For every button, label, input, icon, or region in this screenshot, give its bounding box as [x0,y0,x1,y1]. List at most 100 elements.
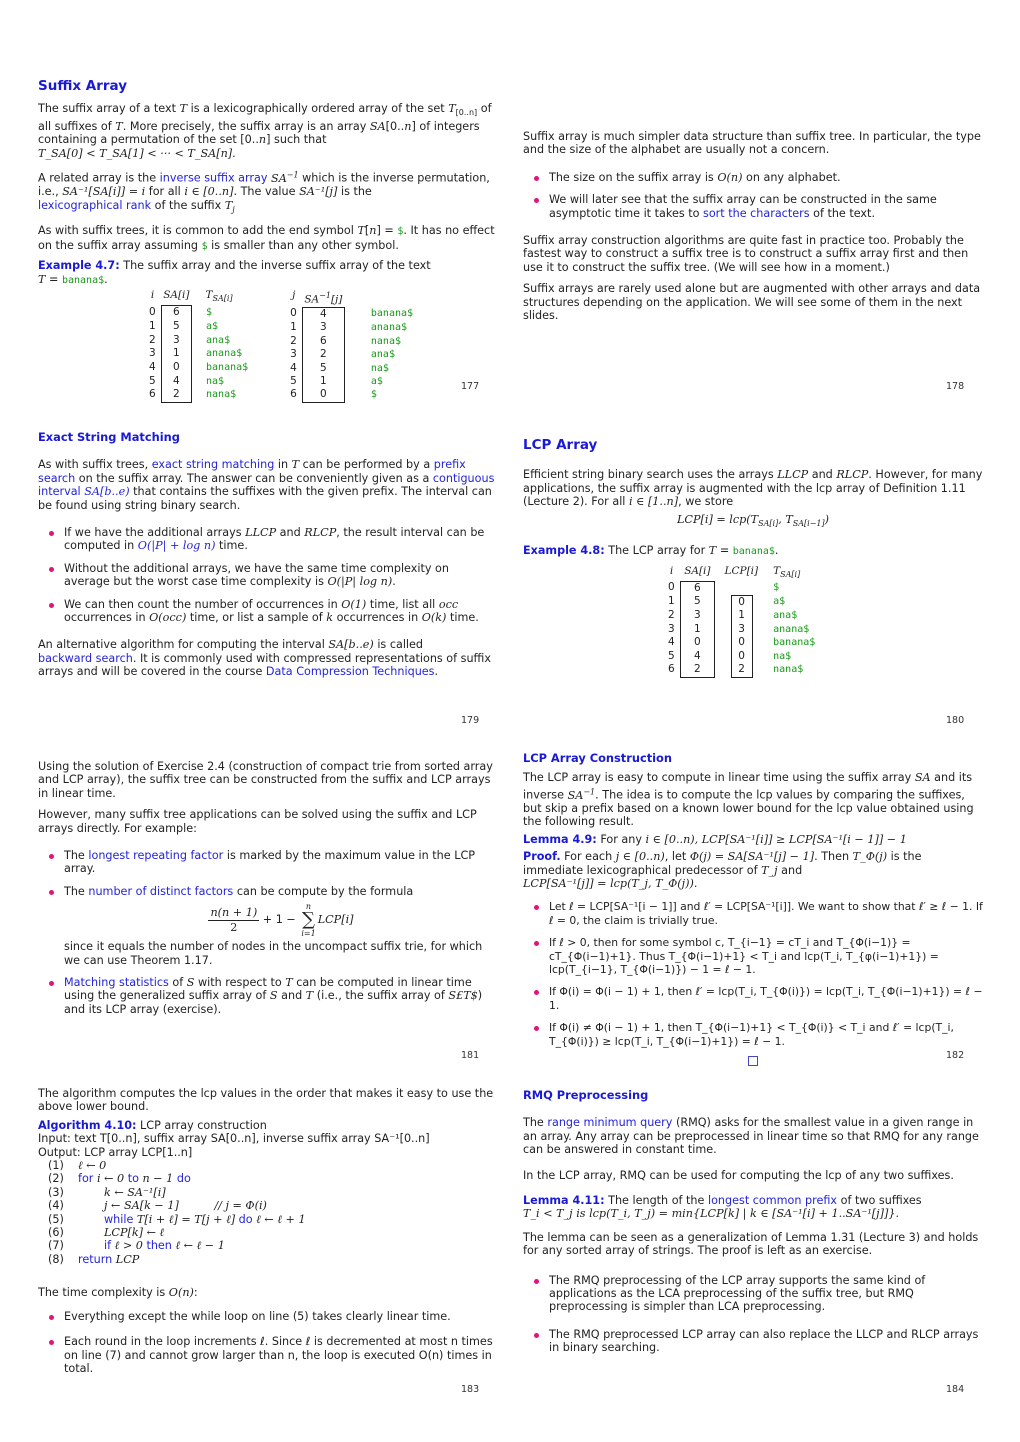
table-row: 1 3 anana$ [285,321,424,335]
sa-cell: 3 [160,333,193,348]
slide-title: RMQ Preprocessing [523,1088,649,1102]
list-item: The size on the suffix array is O(n) on … [534,171,983,184]
list-item: Without the additional arrays, we have t… [49,562,498,589]
line-number: (7) [48,1239,64,1253]
sa-cell: 1 [160,347,193,361]
suffix-cell: anana$ [773,623,810,635]
page-number: 182 [946,1050,965,1061]
index-cell: 4 [149,360,156,373]
link-sort-the-characters[interactable]: sort the characters [703,207,810,220]
link-lexicographical-rank[interactable]: lexicographical rank [38,199,151,212]
suffix-cell: na$ [773,650,792,662]
suffix-cell: na$ [206,375,225,387]
index-cell: 0 [149,305,156,318]
lcp-cell: 2 [730,663,753,678]
keyword: while [104,1212,134,1226]
link-range-minimum-query[interactable]: range minimum query [547,1116,672,1129]
lemma-4-9: Lemma 4.9: For any i ∈ [0..n), LCP[SA⁻¹[… [523,832,907,846]
link-backward-search[interactable]: backward search [38,652,133,665]
suffix-cell: banana$ [370,308,414,320]
lcp-cell: 1 [730,609,753,623]
paragraph: Efficient string binary search uses the … [523,468,983,509]
link-matching-statistics[interactable]: Matching statistics [64,976,169,989]
paragraph: The suffix array of a text T is a lexico… [38,102,492,160]
index-cell: 6 [668,663,675,676]
lcp-formula: LCP[i] = lcp(TSA[i], TSA[i−1]) [676,512,830,528]
sa-cell: 1 [679,622,716,637]
table-row: 4 0 0 banana$ [663,636,820,650]
slide-177: Suffix Array The suffix array of a text … [38,78,498,403]
suffix-cell: ana$ [370,349,395,361]
link-number-of-distinct-factors[interactable]: number of distinct factors [88,885,233,898]
paragraph: As with suffix trees, it is common to ad… [38,224,495,252]
list-item: If Φ(i) = Φ(i − 1) + 1, then ℓ′ = lcp(T_… [534,985,983,1012]
sa-cell: 4 [160,374,193,389]
suffix-array-table: i SA[i] TSA[i] 0 6 $1 5 a$ 2 3 ana$ 3 1 anana$ 4 0 ba… [144,289,253,403]
algorithm-4-10: Algorithm 4.10: LCP array construction I… [38,1119,498,1266]
paragraph: The lemma can be seen as a generalizatio… [523,1230,979,1258]
paragraph: As with suffix trees, exact string match… [38,458,495,512]
suffix-cell: a$ [773,596,786,608]
list-item: The number of distinct factors can be co… [49,885,498,967]
keyword: do [176,1172,191,1186]
line-number: (2) [48,1172,64,1186]
keyword: return [78,1252,113,1266]
table-row: 2 3 ana$ [144,333,253,348]
suffix-cell: nana$ [206,389,237,401]
algo-line: (1) ℓ ← 0 [38,1159,498,1172]
algo-line: (4) j ← SA[k − 1] // j = Φ(i) [38,1199,498,1212]
sa-cell: 6 [679,580,716,596]
list-item: Everything except the while loop on line… [49,1310,498,1323]
link-data-compression-techniques[interactable]: Data Compression Techniques [266,665,435,678]
link-inverse-suffix-array[interactable]: inverse suffix array [160,172,268,185]
table-row: 1 5 0 a$ [663,595,820,610]
suffix-cell: anana$ [206,348,243,360]
algo-line: (3) k ← SA⁻¹[i] [38,1186,498,1199]
slide-title: Suffix Array [38,78,128,94]
suffix-cell: anana$ [370,322,408,334]
suffix-cell: a$ [206,321,219,332]
page-number: 184 [946,1384,965,1395]
sa-cell: 0 [679,636,716,650]
index-cell: 2 [149,333,156,346]
sa-cell: 3 [679,609,716,623]
paragraph: An alternative algorithm for computing t… [38,638,491,679]
table-row: 2 3 1 ana$ [663,609,820,623]
paragraph: A related array is the inverse suffix ar… [38,170,490,215]
isa-cell: 4 [301,306,345,322]
link-exact-string-matching[interactable]: exact string matching [152,458,275,471]
paragraph: Suffix arrays are rarely used alone but … [523,282,981,323]
suffix-cell: a$ [370,376,383,388]
isa-cell: 3 [301,321,345,335]
index-cell: 6 [149,388,156,401]
paragraph: The range minimum query (RMQ) asks for t… [523,1116,979,1157]
keyword: if [104,1239,112,1253]
page-number: 177 [461,381,480,392]
list-item: If we have the additional arrays LLCP an… [49,526,498,553]
list-item: The RMQ preprocessed LCP array can also … [534,1328,983,1355]
table-row: 5 4 na$ [144,374,253,389]
slide-title: LCP Array [523,437,598,453]
page-number: 178 [946,381,965,392]
bullet-list: If we have the additional arrays LLCP an… [38,526,498,624]
list-item: The longest repeating factor is marked b… [49,849,498,876]
distinct-factors-formula: n(n + 1) 2 + 1 − n ∑ i=1 LCP[i] [208,902,354,939]
suffix-cell: banana$ [206,361,249,373]
list-item: The RMQ preprocessing of the LCP array s… [534,1274,983,1314]
isa-cell: 5 [301,361,345,376]
paragraph: In the LCP array, RMQ can be used for co… [523,1168,954,1182]
link-longest-common-prefix[interactable]: longest common prefix [708,1194,837,1207]
index-cell: 5 [290,375,297,388]
qed-icon [748,1056,758,1067]
table-row: 6 2 2 nana$ [663,663,820,679]
link-longest-repeating-factor[interactable]: longest repeating factor [88,849,223,862]
index-cell: 0 [668,581,675,594]
algo-lines: (1) ℓ ← 0 (2) for i ← 0 to n − 1 do (3) k ← S… [38,1159,498,1266]
list-item: If ℓ > 0, then for some symbol c, T_{i−1… [534,936,983,976]
index-cell: 5 [668,649,675,662]
lemma-4-11: Lemma 4.11: The length of the longest co… [523,1194,922,1221]
table-row: 6 0 $ [285,388,424,403]
index-cell: 2 [668,609,675,622]
suffix-cell: banana$ [773,637,816,649]
index-cell: 4 [290,361,297,374]
